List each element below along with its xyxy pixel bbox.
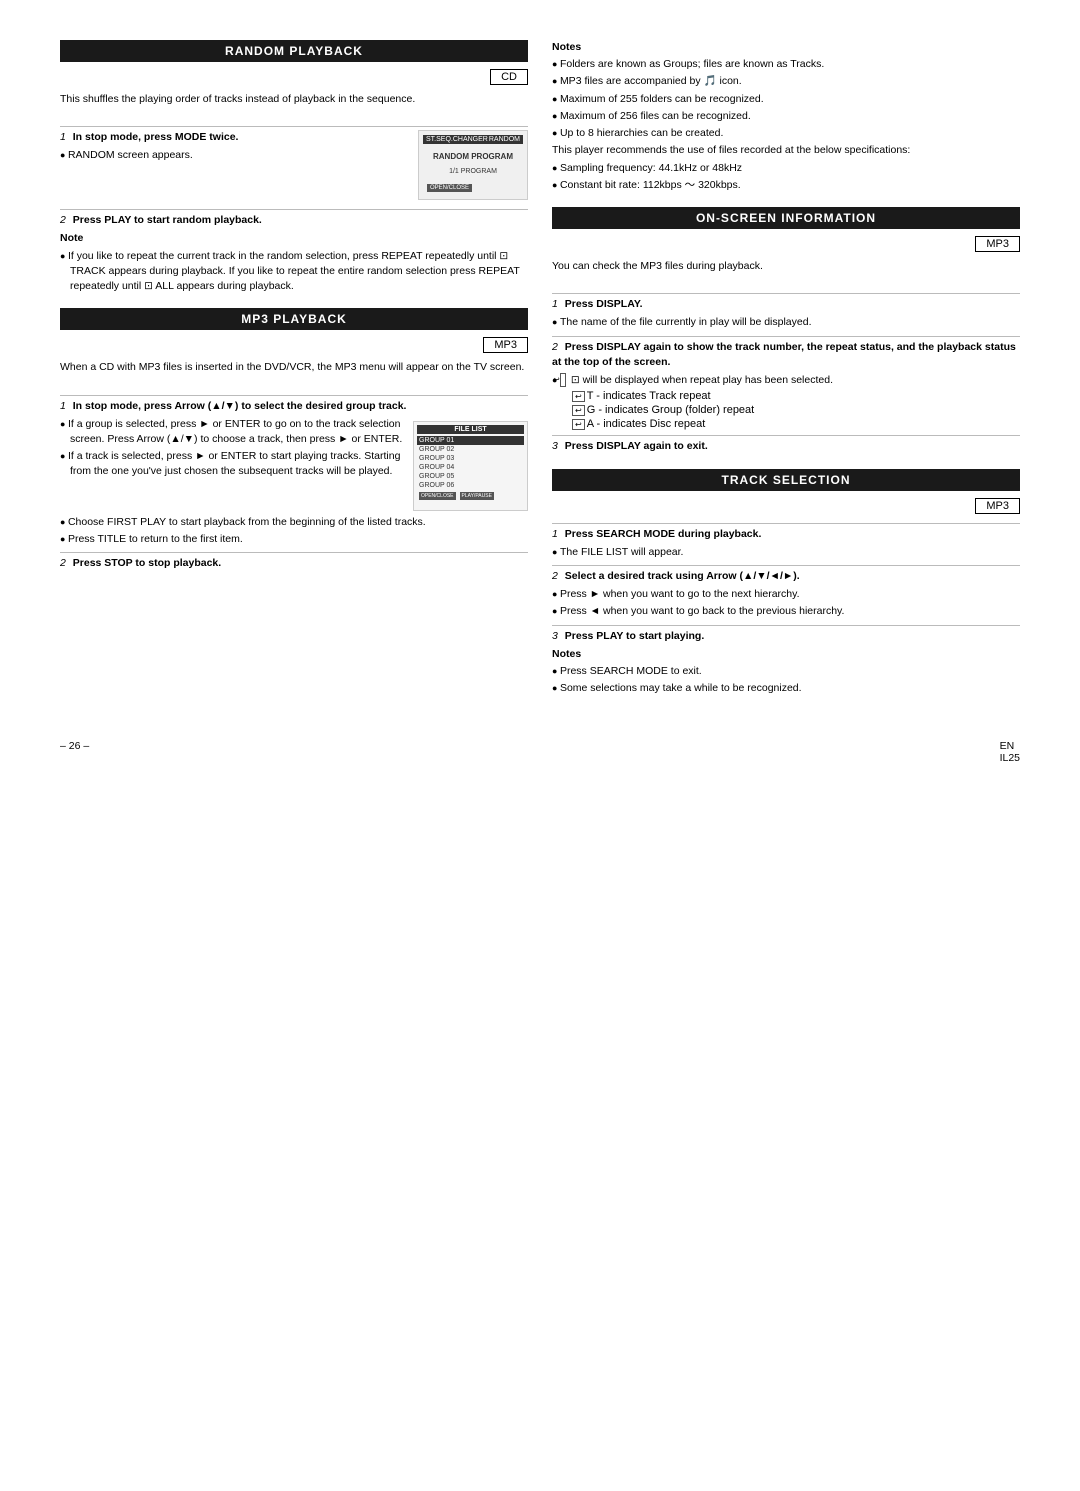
screen-bar-top: ST.SEQ.CHANGERRANDOM — [423, 135, 523, 144]
mp3-screen-row-6: GROUP 06 — [417, 481, 524, 490]
track-selection-title: TRACK SELECTION — [552, 469, 1020, 491]
mp3-playback-title: MP3 PLAYBACK — [60, 308, 528, 330]
track-notes: Press SEARCH MODE to exit. Some selectio… — [552, 664, 1020, 696]
mp3-step2: 2 Press STOP to stop playback. — [60, 552, 528, 571]
repeat-a-icon: ↩ — [572, 419, 585, 430]
page-number: – 26 – — [60, 740, 89, 764]
mp3-playback-section: MP3 PLAYBACK MP3 When a CD with MP3 file… — [60, 308, 528, 571]
mp3-screen-row-5: GROUP 05 — [417, 472, 524, 481]
repeat-g-icon: ↩ — [572, 405, 585, 416]
left-column: RANDOM PLAYBACK CD This shuffles the pla… — [60, 40, 528, 710]
track-step1: 1 Press SEARCH MODE during playback. — [552, 523, 1020, 542]
screen-row-2: 1/1 PROGRAM — [423, 167, 523, 176]
on-screen-step2: 2 Press DISPLAY again to show the track … — [552, 336, 1020, 370]
mp3-screen-row-1: GROUP 01 — [417, 436, 524, 445]
right-column: Notes Folders are known as Groups; files… — [552, 40, 1020, 710]
track-step3: 3 Press PLAY to start playing. — [552, 625, 1020, 644]
mp3-screen-row-3: GROUP 03 — [417, 454, 524, 463]
on-screen-section: ON-SCREEN INFORMATION MP3 You can check … — [552, 207, 1020, 455]
random-screen-image: ST.SEQ.CHANGERRANDOM RANDOM PROGRAM 1/1 … — [418, 130, 528, 200]
mp3-screen-header: FILE LIST — [417, 425, 524, 434]
mp3-playback-badge: MP3 — [483, 337, 528, 353]
on-screen-step1: 1 Press DISPLAY. — [552, 293, 1020, 312]
repeat-icon-main: ↩ — [560, 374, 568, 386]
repeat-t-icon: ↩ — [572, 391, 585, 402]
random-playback-section: RANDOM PLAYBACK CD This shuffles the pla… — [60, 40, 528, 294]
mp3-step1: 1 In stop mode, press Arrow (▲/▼) to sel… — [60, 395, 528, 414]
notes-specs: Sampling frequency: 44.1kHz or 48kHz Con… — [552, 161, 1020, 193]
on-screen-step2-bullets: ↩ ⊡ will be displayed when repeat play h… — [552, 373, 1020, 388]
footer: – 26 – EN IL25 — [60, 740, 1020, 764]
screen-row-1: RANDOM PROGRAM — [423, 152, 523, 162]
notes-specs-intro: This player recommends the use of files … — [552, 143, 1020, 158]
repeat-a-text: A - indicates Disc repeat — [587, 418, 706, 430]
random-playback-badge: CD — [490, 69, 528, 85]
random-step2: 2 Press PLAY to start random playback. — [60, 209, 528, 228]
repeat-items: ↩ T - indicates Track repeat ↩ G - indic… — [572, 390, 1020, 430]
track-step2: 2 Select a desired track using Arrow (▲/… — [552, 565, 1020, 584]
mp3-playback-intro: When a CD with MP3 files is inserted in … — [60, 360, 528, 375]
track-step2-bullets: Press ► when you want to go to the next … — [552, 587, 1020, 619]
mp3-step1-bullets-2: Choose FIRST PLAY to start playback from… — [60, 515, 528, 547]
repeat-item-g: ↩ G - indicates Group (folder) repeat — [572, 404, 1020, 416]
repeat-g-text: G - indicates Group (folder) repeat — [587, 404, 755, 416]
on-screen-intro: You can check the MP3 files during playb… — [552, 259, 1020, 274]
on-screen-step3: 3 Press DISPLAY again to exit. — [552, 435, 1020, 454]
random-playback-intro: This shuffles the playing order of track… — [60, 92, 528, 107]
repeat-t-text: T - indicates Track repeat — [587, 390, 711, 402]
random-notes: If you like to repeat the current track … — [60, 249, 528, 295]
on-screen-step1-bullets: The name of the file currently in play w… — [552, 315, 1020, 330]
notes-list: Folders are known as Groups; files are k… — [552, 57, 1020, 141]
notes-section: Notes Folders are known as Groups; files… — [552, 40, 1020, 193]
track-notes-label: Notes — [552, 647, 1020, 662]
mp3-screen-image: FILE LIST GROUP 01 GROUP 02 GROUP 03 GRO… — [413, 421, 528, 511]
repeat-item-a: ↩ A - indicates Disc repeat — [572, 418, 1020, 430]
notes-label: Notes — [552, 41, 581, 53]
random-note-label: Note — [60, 231, 528, 246]
on-screen-badge: MP3 — [975, 236, 1020, 252]
random-playback-title: RANDOM PLAYBACK — [60, 40, 528, 62]
page-lang-code: EN IL25 — [1000, 740, 1020, 764]
track-selection-badge: MP3 — [975, 498, 1020, 514]
track-selection-section: TRACK SELECTION MP3 1 Press SEARCH MODE … — [552, 469, 1020, 697]
on-screen-title: ON-SCREEN INFORMATION — [552, 207, 1020, 229]
repeat-item-t: ↩ T - indicates Track repeat — [572, 390, 1020, 402]
track-step1-bullets: The FILE LIST will appear. — [552, 545, 1020, 560]
mp3-screen-row-4: GROUP 04 — [417, 463, 524, 472]
mp3-screen-row-2: GROUP 02 — [417, 445, 524, 454]
